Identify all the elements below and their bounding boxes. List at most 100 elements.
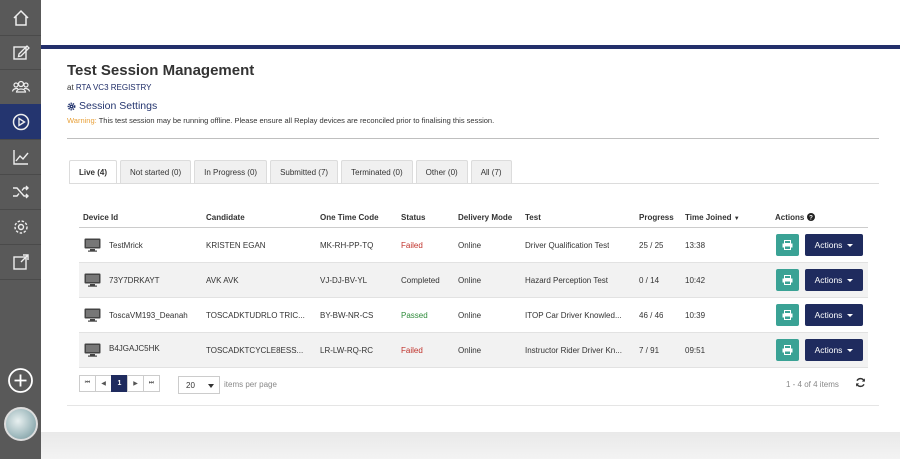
print-button[interactable] <box>776 269 799 291</box>
caret-down-icon <box>847 278 854 282</box>
time-joined: 13:38 <box>685 241 706 250</box>
monitor-icon <box>84 238 101 252</box>
sidebar-item-users[interactable] <box>0 69 41 105</box>
tab-other[interactable]: Other (0) <box>415 160 468 184</box>
column-header-candidate[interactable]: Candidate <box>206 213 245 222</box>
item-count: 1 - 4 of 4 items <box>786 380 839 389</box>
printer-icon <box>782 275 793 285</box>
printer-icon <box>782 345 793 355</box>
sidebar <box>0 0 41 459</box>
actions-dropdown-button[interactable]: Actions <box>805 269 863 291</box>
sidebar-item-reports[interactable] <box>0 139 41 175</box>
monitor-icon <box>84 308 101 322</box>
gear-icon <box>67 102 76 110</box>
actions-dropdown-button[interactable]: Actions <box>805 234 863 256</box>
actions-dropdown-button[interactable]: Actions <box>805 304 863 326</box>
progress-value: 25 / 25 <box>639 241 664 250</box>
actions-label: Actions <box>814 345 843 355</box>
play-icon <box>12 113 29 130</box>
sidebar-item-external[interactable] <box>0 244 41 280</box>
candidate-name: AVK AVK <box>206 276 239 285</box>
column-header-actions: Actions ? <box>775 213 815 222</box>
status-text: Passed <box>401 311 428 320</box>
table-row[interactable]: 73Y7DRKAYT AVK AVK VJ-DJ-BV-YL Completed… <box>79 263 868 298</box>
table-row[interactable]: TestMrick KRISTEN EGAN MK-RH-PP-TQ Faile… <box>79 228 868 263</box>
sidebar-item-shuffle[interactable] <box>0 174 41 210</box>
print-button[interactable] <box>776 304 799 326</box>
page-button-current[interactable]: 1 <box>111 375 128 392</box>
test-name: ITOP Car Driver Knowled... <box>525 311 622 320</box>
print-button[interactable] <box>776 339 799 361</box>
first-page-button[interactable]: ⏮ <box>79 375 96 392</box>
items-per-page-value: 20 <box>186 380 195 390</box>
column-header-status[interactable]: Status <box>401 213 425 222</box>
sidebar-item-home[interactable] <box>0 0 41 36</box>
divider <box>67 138 879 139</box>
gear-icon <box>13 219 28 234</box>
candidate-name: KRISTEN EGAN <box>206 241 266 250</box>
first-page-icon: ⏮ <box>84 380 91 386</box>
next-page-button[interactable]: ▶ <box>127 375 144 392</box>
chevron-down-icon <box>208 384 214 388</box>
session-settings-link[interactable]: Session Settings <box>67 100 157 112</box>
table-header: Device Id Candidate One Time Code Status… <box>79 208 868 228</box>
help-icon[interactable]: ? <box>806 213 815 221</box>
progress-value: 7 / 91 <box>639 346 660 355</box>
column-header-time-joined[interactable]: Time Joined ▼ <box>685 213 740 222</box>
one-time-code: BY-BW-NR-CS <box>320 311 374 320</box>
print-button[interactable] <box>776 234 799 256</box>
avatar[interactable] <box>4 407 38 441</box>
users-icon <box>11 80 30 93</box>
warning-text: This test session may be running offline… <box>98 116 495 125</box>
shuffle-icon <box>12 185 29 198</box>
plus-circle-icon[interactable] <box>7 367 34 394</box>
tab-terminated[interactable]: Terminated (0) <box>341 160 413 184</box>
test-name: Driver Qualification Test <box>525 241 610 250</box>
page-subtitle: at RTA VC3 REGISTRY <box>67 83 151 92</box>
one-time-code: VJ-DJ-BV-YL <box>320 276 368 285</box>
table-row[interactable]: ToscaVM193_Deanah TOSCADKTUDRLO TRIC... … <box>79 298 868 333</box>
next-page-icon: ▶ <box>133 381 138 387</box>
monitor-icon <box>84 273 101 287</box>
column-header-device[interactable]: Device Id <box>83 213 118 222</box>
column-header-progress[interactable]: Progress <box>639 213 674 222</box>
time-joined: 10:39 <box>685 311 706 320</box>
offline-warning: Warning: This test session may be runnin… <box>67 116 494 125</box>
last-page-button[interactable]: ⏭ <box>143 375 160 392</box>
session-settings-label: Session Settings <box>79 100 158 112</box>
device-id: 73Y7DRKAYT <box>109 276 160 285</box>
column-header-test[interactable]: Test <box>525 213 541 222</box>
refresh-icon[interactable] <box>855 377 866 388</box>
sidebar-item-settings[interactable] <box>0 209 41 245</box>
actions-dropdown-button[interactable]: Actions <box>805 339 863 361</box>
progress-value: 46 / 46 <box>639 311 664 320</box>
device-id: B4JGAJC5HK <box>109 344 160 353</box>
warning-label: Warning: <box>67 116 97 125</box>
column-header-mode[interactable]: Delivery Mode <box>458 213 512 222</box>
sort-desc-icon: ▼ <box>733 216 740 222</box>
caret-down-icon <box>847 348 854 352</box>
tab-live[interactable]: Live (4) <box>69 160 118 184</box>
table-row[interactable]: B4JGAJC5HK TOSCADKTCYCLE8ESS... LR-LW-RQ… <box>79 333 868 368</box>
prev-page-button[interactable]: ◀ <box>95 375 112 392</box>
items-per-page-select[interactable]: 20 <box>178 376 220 394</box>
caret-down-icon <box>847 243 854 247</box>
delivery-mode: Online <box>458 311 482 320</box>
sidebar-item-edit[interactable] <box>0 34 41 70</box>
column-header-code[interactable]: One Time Code <box>320 213 379 222</box>
device-id: TestMrick <box>109 241 143 250</box>
actions-label: Actions <box>814 310 843 320</box>
status-text: Failed <box>401 241 423 250</box>
one-time-code: MK-RH-PP-TQ <box>320 241 374 250</box>
sidebar-item-sessions[interactable] <box>0 104 41 140</box>
monitor-icon <box>84 343 101 357</box>
subtitle-prefix: at <box>67 83 74 92</box>
tab-not-started[interactable]: Not started (0) <box>120 160 192 184</box>
pagination: ⏮ ◀ 1 ▶ ⏭ <box>79 375 160 392</box>
last-page-icon: ⏭ <box>148 380 155 386</box>
items-per-page-label: items per page <box>224 380 277 389</box>
tab-in-progress[interactable]: In Progress (0) <box>194 160 268 184</box>
tab-submitted[interactable]: Submitted (7) <box>270 160 339 184</box>
tab-all[interactable]: All (7) <box>470 160 512 184</box>
caret-down-icon <box>847 313 854 317</box>
